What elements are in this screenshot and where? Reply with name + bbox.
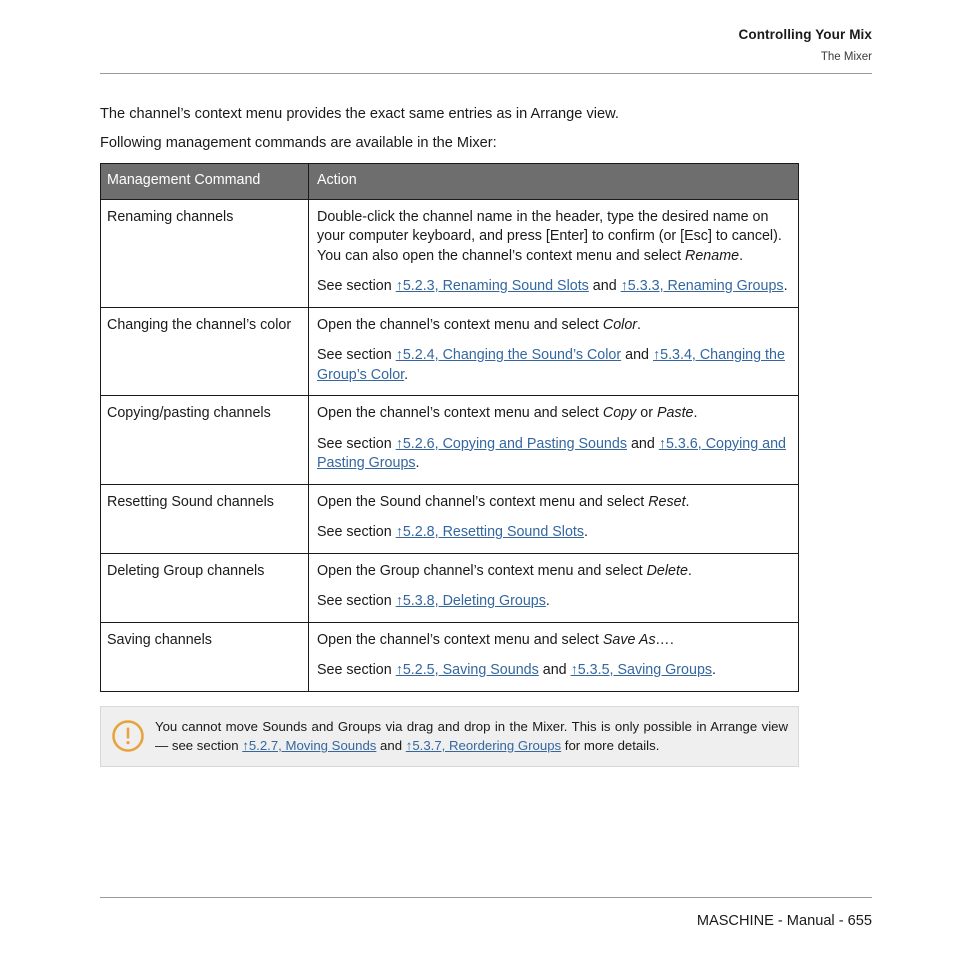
row-action: Double-click the channel name in the hea… (309, 200, 798, 307)
page-subtitle: The Mixer (820, 51, 872, 63)
action-text-tail: . (739, 247, 744, 264)
row-action-reference: See section ↑5.2.4, Changing the Sound’s… (317, 346, 788, 385)
row-command: Renaming channels (101, 199, 309, 307)
row-action: Open the Sound channel’s context menu an… (309, 485, 798, 553)
action-text: Open the channel’s context menu and sele… (317, 405, 603, 421)
table-row: Renaming channels Double-click the chann… (101, 198, 798, 307)
document-page: Controlling Your Mix The Mixer The chann… (0, 0, 954, 954)
action-text-tail: . (687, 562, 692, 579)
cross-reference-link[interactable]: ↑5.2.3, Renaming Sound Slots (396, 278, 589, 294)
see-section-prefix: See section (317, 435, 396, 452)
action-menu-item: Save As… (602, 631, 670, 648)
intro-paragraph-2: Following management commands are availa… (100, 135, 497, 151)
action-menu-item: Reset (648, 493, 686, 510)
row-action: Open the Group channel’s context menu an… (309, 554, 798, 622)
table-row: Saving channels Open the channel’s conte… (101, 621, 798, 691)
cross-reference-link[interactable]: ↑5.2.5, Saving Sounds (396, 662, 539, 678)
see-section-conjunction: and (621, 347, 653, 363)
action-text-conjunction: or (636, 405, 657, 421)
row-command: Changing the channel’s color (101, 307, 309, 395)
see-section-prefix: See section (317, 278, 396, 294)
see-section-prefix: See section (317, 347, 396, 363)
row-action-description: Double-click the channel name in the hea… (317, 208, 788, 267)
exclamation-circle-icon (111, 719, 145, 753)
note-text-tail: for more details. (561, 738, 660, 753)
row-action: Open the channel’s context menu and sele… (309, 308, 798, 396)
page-title: Controlling Your Mix (738, 27, 872, 42)
action-menu-item: Delete (646, 562, 688, 579)
see-section-conjunction: and (588, 278, 621, 294)
action-text: Open the channel’s context menu and sele… (317, 316, 603, 333)
row-action-reference: See section ↑5.2.5, Saving Sounds and ↑5… (317, 661, 788, 681)
warning-callout: You cannot move Sounds and Groups via dr… (100, 706, 799, 767)
footer-rule (100, 897, 872, 898)
row-action-description: Open the Group channel’s context menu an… (317, 562, 788, 582)
cross-reference-link[interactable]: ↑5.3.5, Saving Groups (571, 662, 712, 678)
see-section-suffix: . (584, 524, 589, 540)
row-action-description: Open the channel’s context menu and sele… (317, 316, 788, 336)
column-header-command: Management Command (101, 164, 309, 199)
action-menu-item-alt: Paste (656, 405, 694, 421)
cross-reference-link[interactable]: ↑5.3.3, Renaming Groups (621, 278, 784, 294)
cross-reference-link[interactable]: ↑5.2.4, Changing the Sound’s Color (396, 347, 621, 363)
row-action-reference: See section ↑5.2.8, Resetting Sound Slot… (317, 523, 788, 543)
row-command: Saving channels (101, 622, 309, 691)
row-action-description: Open the channel’s context menu and sele… (317, 404, 788, 424)
see-section-suffix: . (415, 455, 420, 471)
cross-reference-link[interactable]: ↑5.2.6, Copying and Pasting Sounds (396, 436, 627, 452)
warning-callout-text: You cannot move Sounds and Groups via dr… (155, 717, 792, 755)
action-text-tail: . (693, 405, 698, 421)
see-section-suffix: . (404, 366, 409, 383)
table-header-row: Management Command Action (101, 163, 798, 199)
table-row: Copying/pasting channels Open the channe… (101, 395, 798, 484)
action-text: Open the Group channel’s context menu an… (317, 562, 647, 579)
note-text-conjunction: and (376, 738, 406, 753)
row-command: Deleting Group channels (101, 553, 309, 622)
see-section-suffix: . (545, 593, 550, 609)
row-command: Copying/pasting channels (101, 396, 309, 484)
table-row: Changing the channel’s color Open the ch… (101, 306, 798, 396)
see-section-prefix: See section (317, 662, 396, 678)
footer-text: MASCHINE - Manual - 655 (696, 913, 872, 929)
see-section-conjunction: and (626, 435, 659, 452)
intro-paragraph-1: The channel’s context menu provides the … (100, 106, 619, 122)
see-section-prefix: See section (317, 524, 396, 540)
action-text-tail: . (669, 631, 674, 648)
cross-reference-link[interactable]: ↑5.2.8, Resetting Sound Slots (396, 524, 584, 540)
row-action: Open the channel’s context menu and sele… (309, 396, 798, 484)
row-action-description: Open the Sound channel’s context menu an… (317, 493, 788, 513)
see-section-prefix: See section (317, 593, 396, 609)
management-commands-table: Management Command Action Renaming chann… (100, 163, 799, 692)
cross-reference-link[interactable]: ↑5.3.7, Reordering Groups (406, 738, 561, 753)
action-menu-item: Color (602, 316, 638, 333)
see-section-suffix: . (712, 662, 717, 678)
column-header-action: Action (317, 172, 357, 188)
row-command: Resetting Sound channels (101, 484, 309, 553)
action-menu-item: Copy (602, 405, 637, 421)
table-row: Resetting Sound channels Open the Sound … (101, 483, 798, 553)
action-text-tail: . (685, 493, 690, 510)
action-text: Open the Sound channel’s context menu an… (317, 493, 649, 510)
action-menu-item: Rename (685, 247, 740, 264)
action-text: Open the channel’s context menu and sele… (317, 631, 603, 648)
row-action: Open the channel’s context menu and sele… (309, 623, 798, 691)
table-row: Deleting Group channels Open the Group c… (101, 552, 798, 622)
row-action-description: Open the channel’s context menu and sele… (317, 631, 788, 651)
row-action-reference: See section ↑5.2.6, Copying and Pasting … (317, 435, 788, 474)
action-text-tail: . (637, 316, 642, 333)
row-action-reference: See section ↑5.3.8, Deleting Groups. (317, 592, 788, 612)
cross-reference-link[interactable]: ↑5.2.7, Moving Sounds (242, 738, 376, 753)
see-section-suffix: . (783, 278, 788, 294)
cross-reference-link[interactable]: ↑5.3.8, Deleting Groups (396, 593, 546, 609)
see-section-conjunction: and (538, 662, 571, 678)
running-head: Controlling Your Mix The Mixer (100, 26, 873, 65)
header-rule (100, 73, 872, 74)
row-action-reference: See section ↑5.2.3, Renaming Sound Slots… (317, 277, 788, 297)
